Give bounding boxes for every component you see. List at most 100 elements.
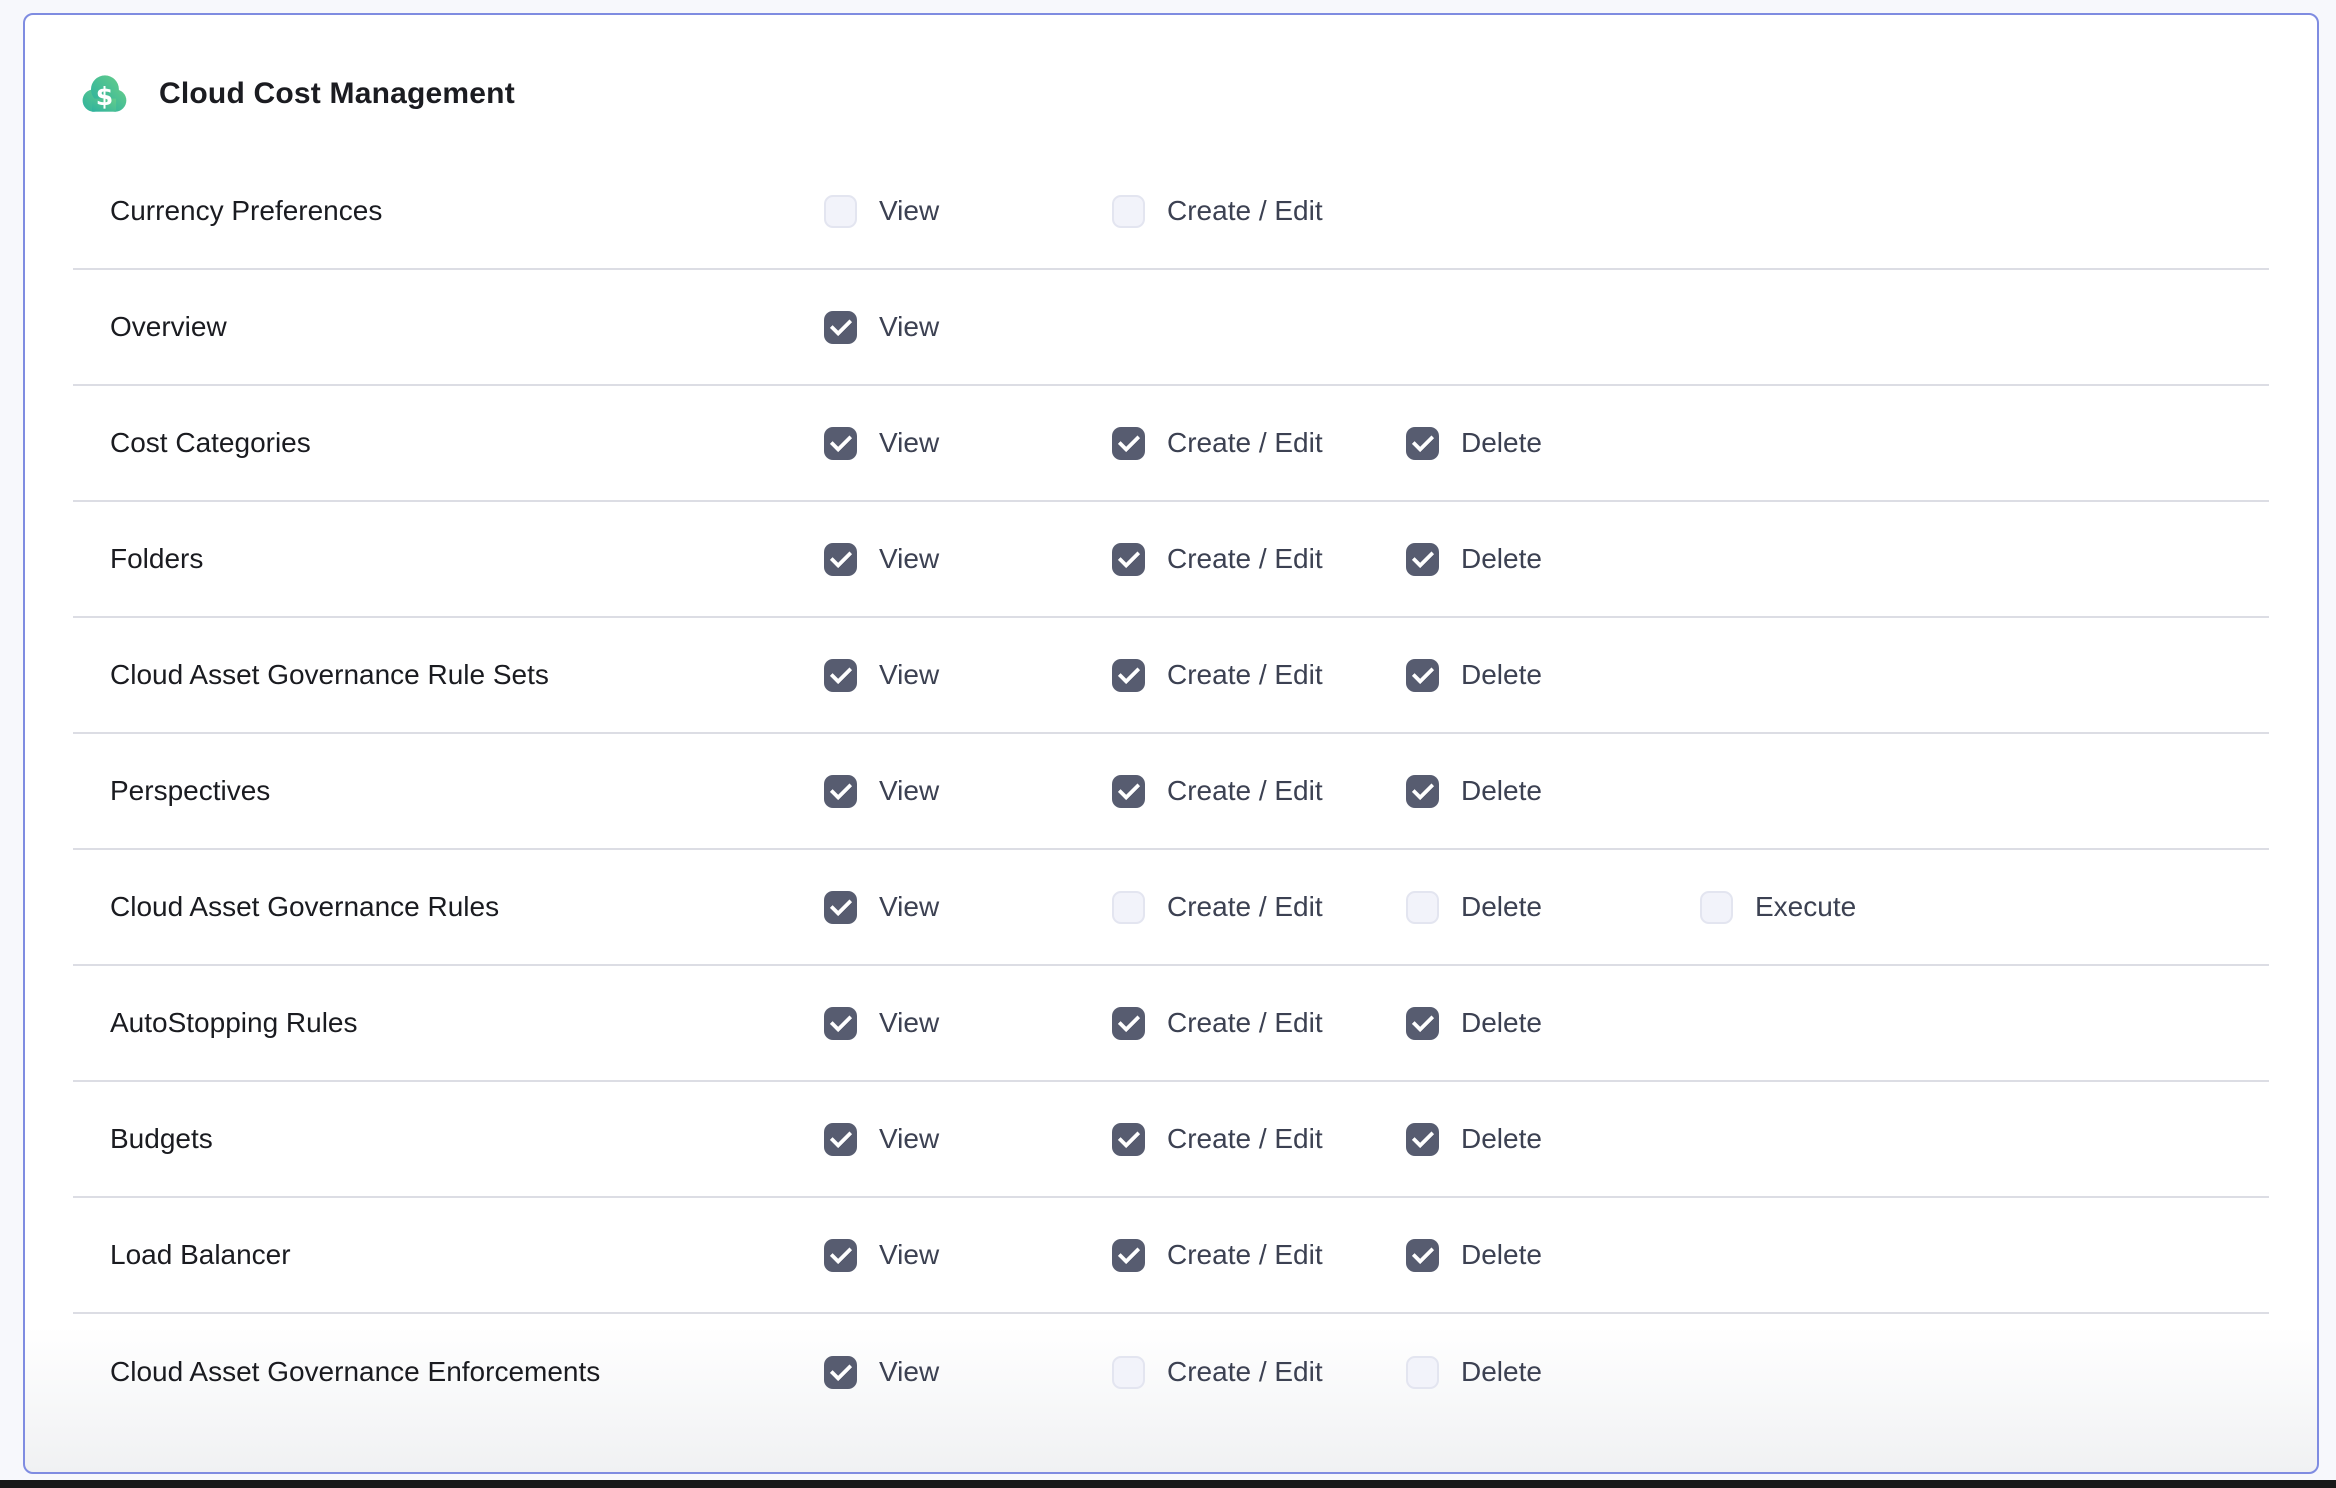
create-edit-label: Create / Edit <box>1167 195 1323 227</box>
create-edit-checkbox[interactable] <box>1112 1007 1145 1040</box>
permission-slot: Create / Edit <box>1112 1239 1406 1272</box>
create-edit-label: Create / Edit <box>1167 1356 1323 1388</box>
view-checkbox[interactable] <box>824 659 857 692</box>
permission-slot: Create / Edit <box>1112 1007 1406 1040</box>
create-edit-label: Create / Edit <box>1167 543 1323 575</box>
permission-slot: Create / Edit <box>1112 543 1406 576</box>
delete-checkbox[interactable] <box>1406 891 1439 924</box>
permission-slot: Delete <box>1406 659 1700 692</box>
svg-text:$: $ <box>96 82 113 111</box>
permission-slot: View <box>824 659 1112 692</box>
view-checkbox[interactable] <box>824 1123 857 1156</box>
create-edit-checkbox[interactable] <box>1112 1356 1145 1389</box>
view-label: View <box>879 1239 939 1271</box>
permission-slot: Delete <box>1406 1239 1700 1272</box>
permission-slot: Delete <box>1406 1007 1700 1040</box>
delete-label: Delete <box>1461 1239 1542 1271</box>
create-edit-label: Create / Edit <box>1167 427 1323 459</box>
permission-name: Load Balancer <box>110 1239 824 1271</box>
permission-name: Perspectives <box>110 775 824 807</box>
permission-slot: View <box>824 1239 1112 1272</box>
permission-slot: View <box>824 1007 1112 1040</box>
view-label: View <box>879 1356 939 1388</box>
permission-slot: Delete <box>1406 1356 1700 1389</box>
delete-label: Delete <box>1461 427 1542 459</box>
create-edit-label: Create / Edit <box>1167 1239 1323 1271</box>
delete-label: Delete <box>1461 1007 1542 1039</box>
permissions-table: Currency Preferences View Create / Edit … <box>73 154 2269 1430</box>
create-edit-checkbox[interactable] <box>1112 543 1145 576</box>
permission-slot: View <box>824 311 1112 344</box>
create-edit-checkbox[interactable] <box>1112 775 1145 808</box>
execute-checkbox[interactable] <box>1700 891 1733 924</box>
create-edit-checkbox[interactable] <box>1112 195 1145 228</box>
permission-slot: Create / Edit <box>1112 891 1406 924</box>
view-checkbox[interactable] <box>824 543 857 576</box>
view-label: View <box>879 659 939 691</box>
view-checkbox[interactable] <box>824 427 857 460</box>
execute-label: Execute <box>1755 891 1856 923</box>
view-checkbox[interactable] <box>824 311 857 344</box>
create-edit-label: Create / Edit <box>1167 775 1323 807</box>
permission-row: Cloud Asset Governance Enforcements View… <box>73 1314 2269 1430</box>
permission-slot: View <box>824 543 1112 576</box>
view-checkbox[interactable] <box>824 1356 857 1389</box>
permission-slot: Create / Edit <box>1112 1356 1406 1389</box>
permissions-card: $ Cloud Cost Management Currency Prefere… <box>23 13 2319 1474</box>
permission-slot: Create / Edit <box>1112 775 1406 808</box>
create-edit-checkbox[interactable] <box>1112 427 1145 460</box>
view-label: View <box>879 427 939 459</box>
view-checkbox[interactable] <box>824 891 857 924</box>
delete-checkbox[interactable] <box>1406 1239 1439 1272</box>
permission-row: Perspectives View Create / Edit Delete <box>73 734 2269 850</box>
create-edit-checkbox[interactable] <box>1112 1123 1145 1156</box>
permission-slot: Delete <box>1406 891 1700 924</box>
permission-slot: Create / Edit <box>1112 659 1406 692</box>
delete-label: Delete <box>1461 1123 1542 1155</box>
delete-label: Delete <box>1461 543 1542 575</box>
create-edit-label: Create / Edit <box>1167 1007 1323 1039</box>
permission-name: Cost Categories <box>110 427 824 459</box>
permission-slot: Execute <box>1700 891 2269 924</box>
permission-slot: Create / Edit <box>1112 427 1406 460</box>
delete-checkbox[interactable] <box>1406 543 1439 576</box>
view-checkbox[interactable] <box>824 1239 857 1272</box>
permission-name: Currency Preferences <box>110 195 824 227</box>
delete-label: Delete <box>1461 775 1542 807</box>
view-label: View <box>879 1007 939 1039</box>
delete-checkbox[interactable] <box>1406 427 1439 460</box>
permission-slot: Delete <box>1406 427 1700 460</box>
permission-name: Folders <box>110 543 824 575</box>
delete-label: Delete <box>1461 659 1542 691</box>
card-header: $ Cloud Cost Management <box>25 15 2317 154</box>
permission-row: Load Balancer View Create / Edit Delete <box>73 1198 2269 1314</box>
view-checkbox[interactable] <box>824 195 857 228</box>
delete-checkbox[interactable] <box>1406 659 1439 692</box>
permission-name: Cloud Asset Governance Enforcements <box>110 1356 824 1388</box>
create-edit-label: Create / Edit <box>1167 1123 1323 1155</box>
permission-row: AutoStopping Rules View Create / Edit De… <box>73 966 2269 1082</box>
view-label: View <box>879 775 939 807</box>
view-checkbox[interactable] <box>824 775 857 808</box>
permission-slot: View <box>824 775 1112 808</box>
view-label: View <box>879 1123 939 1155</box>
permission-slot: View <box>824 427 1112 460</box>
permission-slot: View <box>824 195 1112 228</box>
permission-slot: Delete <box>1406 775 1700 808</box>
view-label: View <box>879 311 939 343</box>
create-edit-label: Create / Edit <box>1167 659 1323 691</box>
permission-slot: View <box>824 1356 1112 1389</box>
delete-checkbox[interactable] <box>1406 1007 1439 1040</box>
delete-checkbox[interactable] <box>1406 1356 1439 1389</box>
create-edit-checkbox[interactable] <box>1112 659 1145 692</box>
delete-checkbox[interactable] <box>1406 775 1439 808</box>
bottom-dark-strip <box>0 1480 2336 1488</box>
view-label: View <box>879 891 939 923</box>
cloud-dollar-icon: $ <box>77 73 131 115</box>
view-label: View <box>879 543 939 575</box>
delete-checkbox[interactable] <box>1406 1123 1439 1156</box>
permission-row: Overview View <box>73 270 2269 386</box>
create-edit-checkbox[interactable] <box>1112 1239 1145 1272</box>
create-edit-checkbox[interactable] <box>1112 891 1145 924</box>
view-checkbox[interactable] <box>824 1007 857 1040</box>
